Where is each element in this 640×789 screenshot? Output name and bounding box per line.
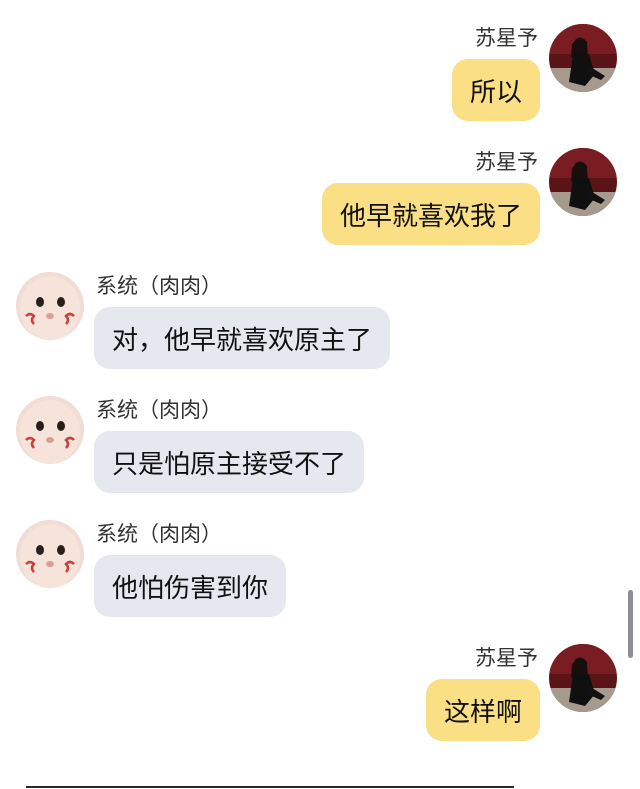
message-incoming: 系统（肉肉） 他怕伤害到你 xyxy=(0,520,640,630)
message-bubble[interactable]: 这样啊 xyxy=(425,679,540,741)
sender-name: 苏星予 xyxy=(475,26,538,50)
divider-line xyxy=(26,786,514,788)
message-bubble[interactable]: 所以 xyxy=(451,59,540,121)
baby-avatar-icon[interactable] xyxy=(16,396,84,464)
chat-area: 苏星予 所以 苏星予 他早就喜欢我了 系统（肉肉） 对，他早就喜欢原主了 系统（… xyxy=(0,0,640,789)
message-outgoing: 苏星予 这样啊 xyxy=(0,644,640,754)
scrollbar[interactable] xyxy=(628,590,633,658)
sender-name: 苏星予 xyxy=(475,150,538,174)
message-incoming: 系统（肉肉） 对，他早就喜欢原主了 xyxy=(0,272,640,382)
sender-name: 系统（肉肉） xyxy=(96,522,222,546)
baby-avatar-icon[interactable] xyxy=(16,520,84,588)
message-incoming: 系统（肉肉） 只是怕原主接受不了 xyxy=(0,396,640,506)
baby-avatar-icon[interactable] xyxy=(16,272,84,340)
woman-avatar-icon[interactable] xyxy=(549,644,617,712)
sender-name: 系统（肉肉） xyxy=(96,398,222,422)
message-outgoing: 苏星予 他早就喜欢我了 xyxy=(0,148,640,258)
woman-avatar-icon[interactable] xyxy=(549,148,617,216)
sender-name: 系统（肉肉） xyxy=(96,274,222,298)
message-bubble[interactable]: 只是怕原主接受不了 xyxy=(94,431,365,493)
woman-avatar-icon[interactable] xyxy=(549,24,617,92)
sender-name: 苏星予 xyxy=(475,646,538,670)
message-bubble[interactable]: 他怕伤害到你 xyxy=(94,555,287,617)
message-bubble[interactable]: 对，他早就喜欢原主了 xyxy=(94,307,391,369)
message-bubble[interactable]: 他早就喜欢我了 xyxy=(321,183,540,245)
message-outgoing: 苏星予 所以 xyxy=(0,0,640,130)
